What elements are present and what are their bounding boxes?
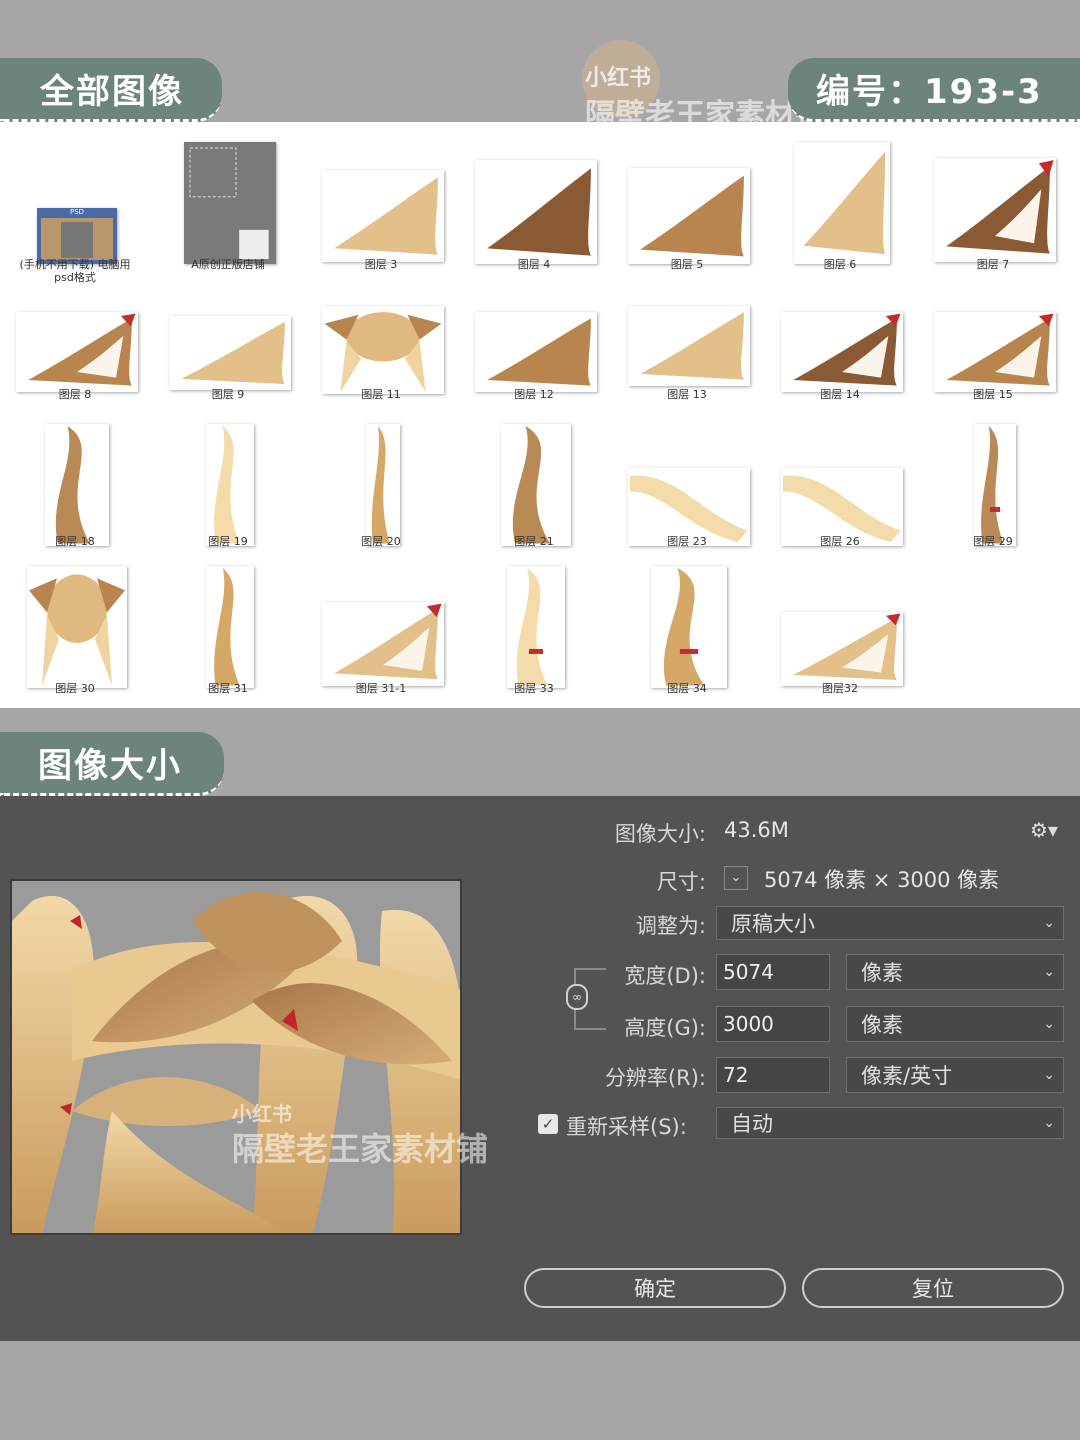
layer-item[interactable]: 图层 31-1 <box>306 122 456 708</box>
image-size-value: 43.6M <box>724 818 789 842</box>
layer-item[interactable]: 图层 30 <box>0 122 150 708</box>
height-unit-select[interactable]: 像素 ⌄ <box>846 1006 1064 1042</box>
preview-image <box>12 892 460 1233</box>
resolution-label: 分辨率(R): <box>604 1066 706 1090</box>
layer-thumbnail-art <box>516 568 548 686</box>
chevron-down-icon: ⌄ <box>1043 915 1055 931</box>
dimensions-label: 尺寸: <box>656 870 706 894</box>
dialog-watermark-small: 小红书 <box>232 1102 292 1126</box>
resample-checkbox[interactable]: ✓ <box>538 1114 558 1134</box>
watermark-small-text: 小红书 <box>585 66 652 91</box>
layer-label: 图层 31-1 <box>355 682 407 695</box>
gear-icon[interactable]: ⚙▾ <box>1030 818 1058 842</box>
dialog-watermark-shop: 隔壁老王家素材铺 <box>232 1130 489 1168</box>
fit-to-label: 调整为: <box>635 914 706 938</box>
layer-thumbnail <box>206 566 254 688</box>
layer-thumbnail <box>781 612 903 686</box>
chevron-down-icon: ⌄ <box>1043 1115 1055 1131</box>
layer-thumbnail <box>507 566 565 688</box>
fit-to-select[interactable]: 原稿大小 ⌄ <box>716 906 1064 940</box>
layer-thumbnail-art <box>663 568 705 686</box>
reset-button[interactable]: 复位 <box>802 1268 1064 1308</box>
layer-thumbnail <box>322 602 444 686</box>
layer-thumbnail-art <box>214 568 240 686</box>
code-tag: 编号：193-3 <box>788 58 1080 122</box>
layer-item[interactable]: 图层 29 <box>918 122 1068 708</box>
image-preview <box>10 879 462 1235</box>
resample-value: 自动 <box>731 1112 773 1136</box>
image-size-label: 图像大小: <box>614 822 706 846</box>
height-label: 高度(G): <box>624 1016 706 1040</box>
chevron-down-icon: ⌄ <box>1043 1016 1055 1032</box>
layer-thumbnail-art <box>29 574 125 686</box>
layer-item[interactable]: 图层 33 <box>459 122 609 708</box>
layer-thumbnail-art <box>793 613 901 681</box>
resolution-unit-select[interactable]: 像素/英寸 ⌄ <box>846 1057 1064 1093</box>
layer-label: 图层 31 <box>208 682 248 695</box>
resolution-field[interactable]: 72 <box>716 1057 830 1093</box>
resolution-unit-value: 像素/英寸 <box>861 1064 953 1088</box>
resample-label: 重新采样(S): <box>566 1115 687 1139</box>
layer-label: 图层 30 <box>55 682 95 695</box>
image-size-dialog: 小红书 隔壁老王家素材铺 图像大小: 43.6M ⚙▾ 尺寸: ⌄ 5074 像… <box>0 796 1080 1341</box>
image-size-tag: 图像大小 <box>0 732 224 796</box>
chevron-down-icon: ⌄ <box>1043 1067 1055 1083</box>
height-unit-value: 像素 <box>861 1013 903 1037</box>
chevron-down-icon: ⌄ <box>1043 964 1055 980</box>
layer-item[interactable]: 图层32 <box>765 122 915 708</box>
layer-thumbnail-art <box>334 603 442 680</box>
height-field[interactable]: 3000 <box>716 1006 830 1042</box>
dimensions-value: 5074 像素 × 3000 像素 <box>764 868 1000 892</box>
layer-thumbnail <box>27 566 127 688</box>
all-images-tag: 全部图像 <box>0 58 222 122</box>
layer-label: 图层 33 <box>514 682 554 695</box>
ok-button[interactable]: 确定 <box>524 1268 786 1308</box>
layer-item[interactable]: 图层 34 <box>612 122 762 708</box>
layer-grid: PSD (手机不用下载) 电脑用 psd格式 A原创正版店铺 图层 3 图层 4 图层 5… <box>0 122 1080 708</box>
fit-to-value: 原稿大小 <box>731 912 815 936</box>
width-label: 宽度(D): <box>624 964 706 988</box>
layer-label: 图层 34 <box>667 682 707 695</box>
layer-thumbnail <box>651 566 727 688</box>
width-unit-value: 像素 <box>861 961 903 985</box>
layer-label: 图层 29 <box>973 535 1013 548</box>
layer-thumbnail <box>974 424 1016 546</box>
dimensions-dropdown-toggle[interactable]: ⌄ <box>724 866 748 890</box>
width-unit-select[interactable]: 像素 ⌄ <box>846 954 1064 990</box>
width-field[interactable]: 5074 <box>716 954 830 990</box>
layer-label: 图层32 <box>822 682 858 695</box>
layer-thumbnail-art <box>981 426 1004 544</box>
layer-item[interactable]: 图层 31 <box>153 122 303 708</box>
resample-select[interactable]: 自动 ⌄ <box>716 1107 1064 1139</box>
